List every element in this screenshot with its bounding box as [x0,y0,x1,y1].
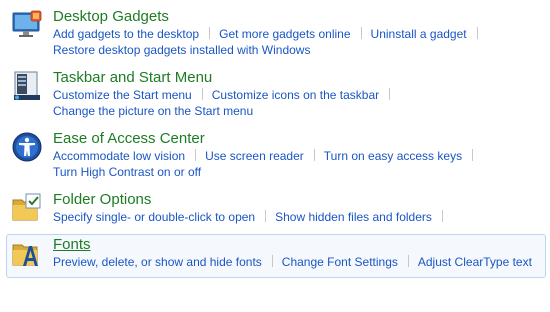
category-title[interactable]: Fonts [53,235,91,254]
task-links: Preview, delete, or show and hide fonts C… [53,254,545,270]
task-links: Add gadgets to the desktop Get more gadge… [53,26,545,58]
task-links: Customize the Start menu Customize icons … [53,87,545,119]
easy-access-keys-link[interactable]: Turn on easy access keys [324,149,462,163]
add-gadgets-link[interactable]: Add gadgets to the desktop [53,27,199,41]
category-title[interactable]: Desktop Gadgets [53,7,169,26]
link-separator [201,88,203,100]
category-body: Desktop Gadgets Add gadgets to the deskt… [53,7,545,58]
desktop-gadgets-icon[interactable] [11,9,43,41]
link-separator [265,210,267,222]
get-more-gadgets-link[interactable]: Get more gadgets online [219,27,350,41]
uninstall-gadget-link[interactable]: Uninstall a gadget [371,27,467,41]
restore-gadgets-link[interactable]: Restore desktop gadgets installed with W… [53,43,310,57]
change-font-settings-link[interactable]: Change Font Settings [282,255,398,269]
control-panel-category-list: Desktop Gadgets Add gadgets to the deskt… [0,0,550,312]
category-title[interactable]: Taskbar and Start Menu [53,68,212,87]
category-fonts[interactable]: Fonts Preview, delete, or show and hide … [6,234,546,278]
category-ease-of-access: Ease of Access Center Accommodate low vi… [6,128,546,186]
link-separator [407,255,409,267]
single-double-click-link[interactable]: Specify single- or double-click to open [53,210,255,224]
folder-options-icon[interactable] [11,192,43,224]
category-desktop-gadgets: Desktop Gadgets Add gadgets to the deskt… [6,6,546,64]
customize-start-menu-link[interactable]: Customize the Start menu [53,88,192,102]
category-body: Fonts Preview, delete, or show and hide … [53,235,545,270]
category-folder-options: Folder Options Specify single- or double… [6,189,546,231]
category-body: Folder Options Specify single- or double… [53,190,545,225]
category-title[interactable]: Folder Options [53,190,151,209]
ease-of-access-icon[interactable] [11,131,43,163]
link-separator [313,149,315,161]
link-separator [472,149,474,161]
change-start-picture-link[interactable]: Change the picture on the Start menu [53,104,253,118]
link-separator [389,88,391,100]
link-separator [360,27,362,39]
link-separator [476,27,478,39]
taskbar-icon[interactable] [11,70,43,102]
link-separator [195,149,197,161]
link-separator [271,255,273,267]
category-taskbar-start-menu: Taskbar and Start Menu Customize the Sta… [6,67,546,125]
customize-taskbar-icons-link[interactable]: Customize icons on the taskbar [212,88,379,102]
fonts-icon[interactable] [11,237,43,269]
category-body: Ease of Access Center Accommodate low vi… [53,129,545,180]
task-links: Specify single- or double-click to open S… [53,209,545,225]
task-links: Accommodate low vision Use screen reader T… [53,148,545,180]
category-body: Taskbar and Start Menu Customize the Sta… [53,68,545,119]
preview-fonts-link[interactable]: Preview, delete, or show and hide fonts [53,255,262,269]
adjust-cleartype-link[interactable]: Adjust ClearType text [418,255,532,269]
accommodate-low-vision-link[interactable]: Accommodate low vision [53,149,185,163]
high-contrast-link[interactable]: Turn High Contrast on or off [53,165,201,179]
use-screen-reader-link[interactable]: Use screen reader [205,149,304,163]
link-separator [441,210,443,222]
show-hidden-files-link[interactable]: Show hidden files and folders [275,210,432,224]
category-title[interactable]: Ease of Access Center [53,129,205,148]
link-separator [209,27,211,39]
